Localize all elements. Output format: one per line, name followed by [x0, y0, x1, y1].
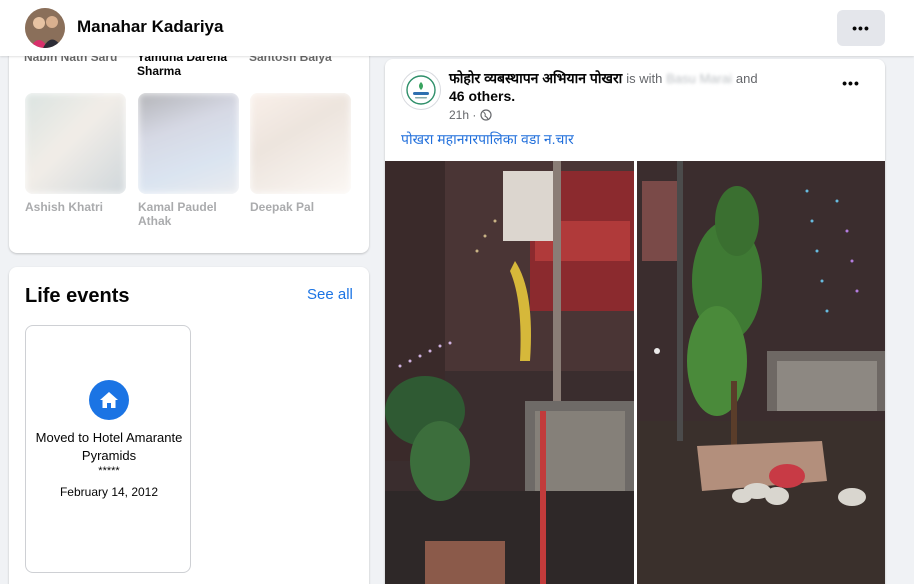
friends-card: Nabin Nath Saru Yamuna Dareha Sharma San…	[9, 40, 369, 253]
life-events-card: Life events See all Moved to Hotel Amara…	[9, 267, 369, 584]
see-all-link[interactable]: See all	[307, 286, 353, 303]
friend-name[interactable]: Kamal Paudel Athak	[138, 200, 233, 228]
life-event-title: Moved to Hotel Amarante Pyramids	[35, 430, 183, 463]
friend-name[interactable]: Deepak Pal	[250, 200, 314, 214]
post-author-line: फोहोर व्यबस्थापन अभियान पोखरा is with Ba…	[449, 69, 829, 88]
page-name-link[interactable]: फोहोर व्यबस्थापन अभियान पोखरा	[449, 70, 622, 86]
avatar[interactable]	[25, 8, 65, 48]
home-icon	[89, 380, 129, 420]
profile-header: Manahar Kadariya •••	[0, 0, 914, 56]
post-timestamp[interactable]: 21h ·	[449, 108, 492, 122]
friend-photo[interactable]	[25, 93, 126, 194]
page-avatar[interactable]	[401, 70, 441, 110]
more-options-button[interactable]: •••	[837, 10, 885, 46]
post-text: पोखरा महानगरपालिका वडा न.चार	[401, 131, 574, 147]
life-event-tile[interactable]: Moved to Hotel Amarante Pyramids ***** F…	[25, 325, 191, 573]
post-card: फोहोर व्यबस्थापन अभियान पोखरा is with Ba…	[385, 59, 885, 584]
life-events-title: Life events	[25, 285, 130, 307]
with-text: is with	[626, 71, 663, 86]
post-photo[interactable]	[637, 161, 885, 584]
friend-name[interactable]: Ashish Khatri	[25, 200, 103, 214]
post-time-text: 21h ·	[449, 108, 477, 122]
profile-name[interactable]: Manahar Kadariya	[77, 17, 223, 37]
tagged-others-link[interactable]: 46 others.	[449, 88, 515, 104]
life-event-date: February 14, 2012	[59, 485, 159, 499]
globe-icon	[480, 109, 492, 121]
friend-photo[interactable]	[250, 93, 351, 194]
friend-photo[interactable]	[138, 93, 239, 194]
and-text: and	[735, 71, 758, 86]
life-event-subtitle: *****	[98, 465, 120, 477]
post-photo[interactable]	[385, 161, 634, 584]
tagged-person-link[interactable]: Basu Marai	[666, 71, 732, 86]
post-more-options-button[interactable]: •••	[837, 75, 865, 99]
